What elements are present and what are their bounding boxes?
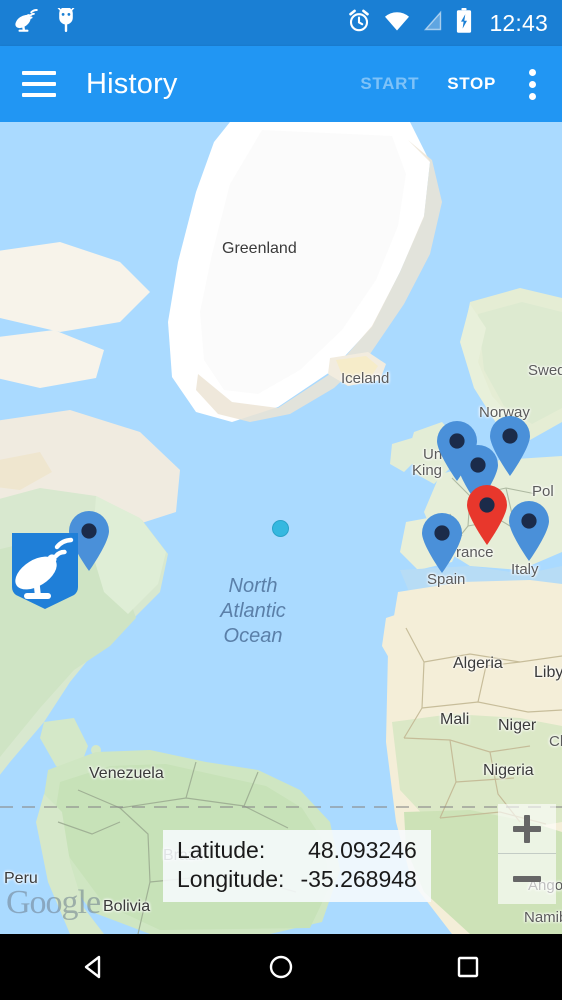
back-triangle-icon[interactable] — [49, 934, 139, 1000]
more-vert-icon[interactable] — [528, 68, 536, 100]
recents-square-icon[interactable] — [423, 934, 513, 1000]
latitude-label: Latitude: — [177, 837, 266, 863]
android-navigation-bar — [0, 934, 562, 1000]
map-view[interactable]: Greenland Iceland Swed Norway Un King Pol rance… — [0, 122, 562, 934]
zoom-controls — [498, 804, 556, 904]
stop-button[interactable]: STOP — [445, 68, 498, 100]
status-bar-left-icons — [14, 6, 76, 39]
status-bar-right-icons: 12:43 — [347, 8, 548, 38]
page-title: History — [86, 67, 178, 100]
coordinates-readout: Latitude: 48.093246 Longitude: -35.26894… — [163, 830, 431, 902]
start-button[interactable]: START — [358, 68, 421, 100]
alarm-clock-icon — [347, 9, 371, 38]
longitude-label: Longitude: — [177, 866, 285, 892]
history-marker-blue-6[interactable] — [419, 512, 465, 574]
satellite-tracker-logo — [8, 527, 82, 611]
map-dot-marker[interactable] — [272, 520, 289, 537]
zoom-in-button[interactable] — [498, 804, 556, 854]
app-bar-actions: START STOP — [358, 68, 540, 100]
app-bar: History START STOP — [0, 46, 562, 122]
status-bar: 12:43 — [0, 0, 562, 46]
status-bar-clock: 12:43 — [489, 9, 548, 36]
android-robot-icon — [56, 6, 76, 39]
no-sim-icon — [423, 10, 443, 37]
longitude-value: -35.268948 — [300, 866, 417, 892]
home-circle-icon[interactable] — [236, 934, 326, 1000]
latitude-value: 48.093246 — [308, 837, 417, 863]
battery-charging-icon — [456, 8, 472, 38]
satellite-dish-icon — [14, 8, 40, 38]
wifi-icon — [384, 10, 410, 37]
history-marker-blue-5[interactable] — [506, 500, 552, 562]
history-marker-red-current[interactable] — [464, 484, 510, 546]
phone-screen: 12:43 History START STOP Greenland Icela… — [0, 0, 562, 1000]
hamburger-icon[interactable] — [22, 71, 56, 97]
zoom-out-button[interactable] — [498, 854, 556, 904]
